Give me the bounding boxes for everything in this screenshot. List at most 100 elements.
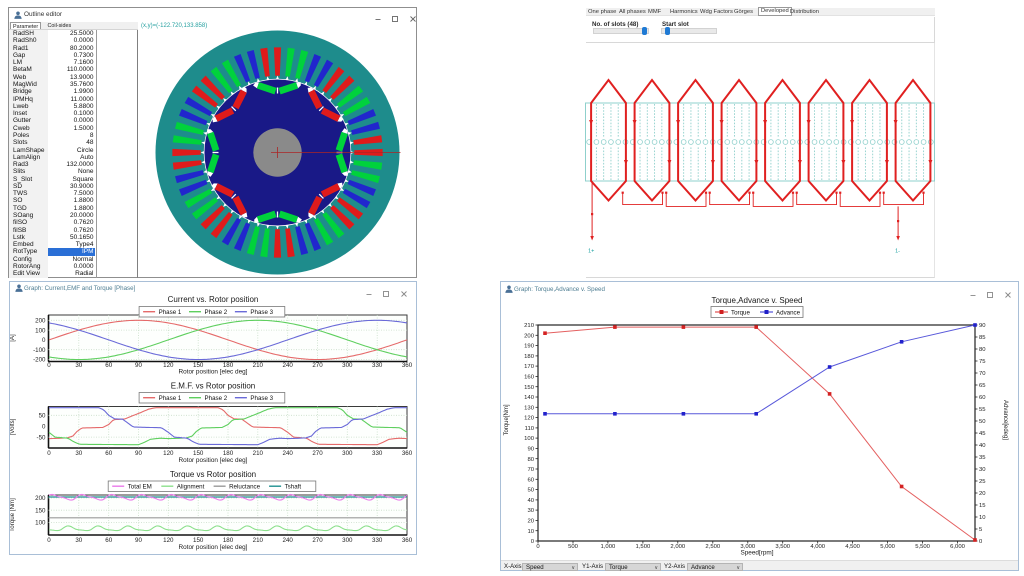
svg-text:210: 210 <box>253 362 264 369</box>
svg-text:Reluctance: Reluctance <box>229 483 261 490</box>
svg-text:Phase 1: Phase 1 <box>159 395 182 402</box>
svg-text:170: 170 <box>524 364 535 370</box>
svg-text:40: 40 <box>979 443 986 449</box>
svg-text:45: 45 <box>979 431 986 437</box>
svg-text:Alignment: Alignment <box>177 483 205 490</box>
svg-text:0: 0 <box>47 450 51 457</box>
svg-text:Rotor position [elec deg]: Rotor position [elec deg] <box>179 369 248 376</box>
svg-text:85: 85 <box>979 335 986 341</box>
svg-text:Torque,Advance v. Speed: Torque,Advance v. Speed <box>711 296 802 305</box>
svg-text:180: 180 <box>524 354 535 360</box>
svg-text:330: 330 <box>372 537 383 544</box>
svg-text:[Volts]: [Volts] <box>10 418 16 435</box>
svg-text:4,000: 4,000 <box>810 544 825 550</box>
svg-text:120: 120 <box>163 362 174 369</box>
svg-text:Rotor position [elec deg]: Rotor position [elec deg] <box>179 544 248 551</box>
svg-text:200: 200 <box>35 495 46 502</box>
svg-text:90: 90 <box>527 447 534 453</box>
svg-text:-200: -200 <box>33 357 46 364</box>
svg-text:Advance: Advance <box>776 309 801 316</box>
svg-text:10: 10 <box>979 515 986 521</box>
svg-text:500: 500 <box>568 544 579 550</box>
svg-text:120: 120 <box>163 450 174 457</box>
svg-text:2,000: 2,000 <box>670 544 685 550</box>
svg-text:60: 60 <box>527 477 534 483</box>
svg-text:Torque[Nm]: Torque[Nm] <box>504 404 510 435</box>
svg-text:Phase 2: Phase 2 <box>205 309 228 316</box>
svg-text:50: 50 <box>979 419 986 425</box>
svg-text:240: 240 <box>283 362 294 369</box>
svg-text:180: 180 <box>223 450 234 457</box>
svg-text:1,000: 1,000 <box>601 544 616 550</box>
svg-text:90: 90 <box>135 450 142 457</box>
svg-text:150: 150 <box>193 537 204 544</box>
svg-text:0: 0 <box>42 423 46 430</box>
svg-text:0: 0 <box>536 544 540 550</box>
svg-text:6,000: 6,000 <box>950 544 965 550</box>
svg-text:0: 0 <box>42 337 46 344</box>
svg-text:50: 50 <box>39 413 46 420</box>
svg-text:5,000: 5,000 <box>880 544 895 550</box>
svg-text:25: 25 <box>979 479 986 485</box>
svg-text:70: 70 <box>527 467 534 473</box>
svg-text:60: 60 <box>105 362 112 369</box>
svg-text:150: 150 <box>524 385 535 391</box>
svg-text:30: 30 <box>75 537 82 544</box>
svg-text:330: 330 <box>372 450 383 457</box>
svg-text:Phase 1: Phase 1 <box>159 309 182 316</box>
svg-text:Total EM: Total EM <box>128 483 152 490</box>
svg-text:3,500: 3,500 <box>775 544 790 550</box>
svg-text:-50: -50 <box>37 434 47 441</box>
svg-text:60: 60 <box>105 450 112 457</box>
svg-text:90: 90 <box>135 362 142 369</box>
svg-text:80: 80 <box>527 457 534 463</box>
svg-text:330: 330 <box>372 362 383 369</box>
svg-text:360: 360 <box>402 537 413 544</box>
svg-text:Phase 3: Phase 3 <box>250 309 273 316</box>
svg-text:40: 40 <box>527 498 534 504</box>
svg-text:300: 300 <box>342 537 353 544</box>
svg-text:50: 50 <box>527 488 534 494</box>
svg-text:100: 100 <box>35 327 46 334</box>
svg-text:210: 210 <box>253 537 264 544</box>
svg-text:35: 35 <box>979 455 986 461</box>
svg-text:Speed[rpm]: Speed[rpm] <box>740 550 773 557</box>
svg-text:Advance[edeg]: Advance[edeg] <box>1002 400 1008 440</box>
svg-text:140: 140 <box>524 395 535 401</box>
svg-text:240: 240 <box>283 537 294 544</box>
svg-text:200: 200 <box>35 318 46 325</box>
svg-text:60: 60 <box>979 395 986 401</box>
svg-text:200: 200 <box>524 333 535 339</box>
svg-text:Phase 2: Phase 2 <box>205 395 228 402</box>
svg-text:150: 150 <box>35 507 46 514</box>
svg-text:5: 5 <box>979 527 983 533</box>
svg-text:120: 120 <box>163 537 174 544</box>
svg-text:5,500: 5,500 <box>915 544 930 550</box>
svg-text:Torque vs Rotor position: Torque vs Rotor position <box>170 470 256 479</box>
svg-text:30: 30 <box>75 362 82 369</box>
svg-text:Rotor position [elec deg]: Rotor position [elec deg] <box>179 457 248 464</box>
svg-text:1,500: 1,500 <box>636 544 651 550</box>
svg-text:80: 80 <box>979 347 986 353</box>
svg-text:190: 190 <box>524 344 535 350</box>
svg-text:90: 90 <box>135 537 142 544</box>
svg-text:Torque: Torque <box>731 309 750 316</box>
svg-text:300: 300 <box>342 450 353 457</box>
svg-text:30: 30 <box>527 508 534 514</box>
svg-text:[A]: [A] <box>10 334 16 342</box>
svg-text:65: 65 <box>979 383 986 389</box>
svg-text:E.M.F. vs Rotor position: E.M.F. vs Rotor position <box>171 382 255 391</box>
svg-text:2,500: 2,500 <box>705 544 720 550</box>
svg-text:110: 110 <box>525 426 535 432</box>
svg-text:Phase 3: Phase 3 <box>250 395 273 402</box>
svg-text:75: 75 <box>979 359 986 365</box>
svg-text:0: 0 <box>47 537 51 544</box>
svg-text:270: 270 <box>312 537 323 544</box>
svg-text:55: 55 <box>979 407 986 413</box>
svg-text:300: 300 <box>342 362 353 369</box>
svg-text:100: 100 <box>524 436 535 442</box>
svg-text:100: 100 <box>35 520 46 527</box>
svg-text:30: 30 <box>75 450 82 457</box>
svg-text:10: 10 <box>527 529 534 535</box>
svg-text:1+: 1+ <box>588 249 594 255</box>
